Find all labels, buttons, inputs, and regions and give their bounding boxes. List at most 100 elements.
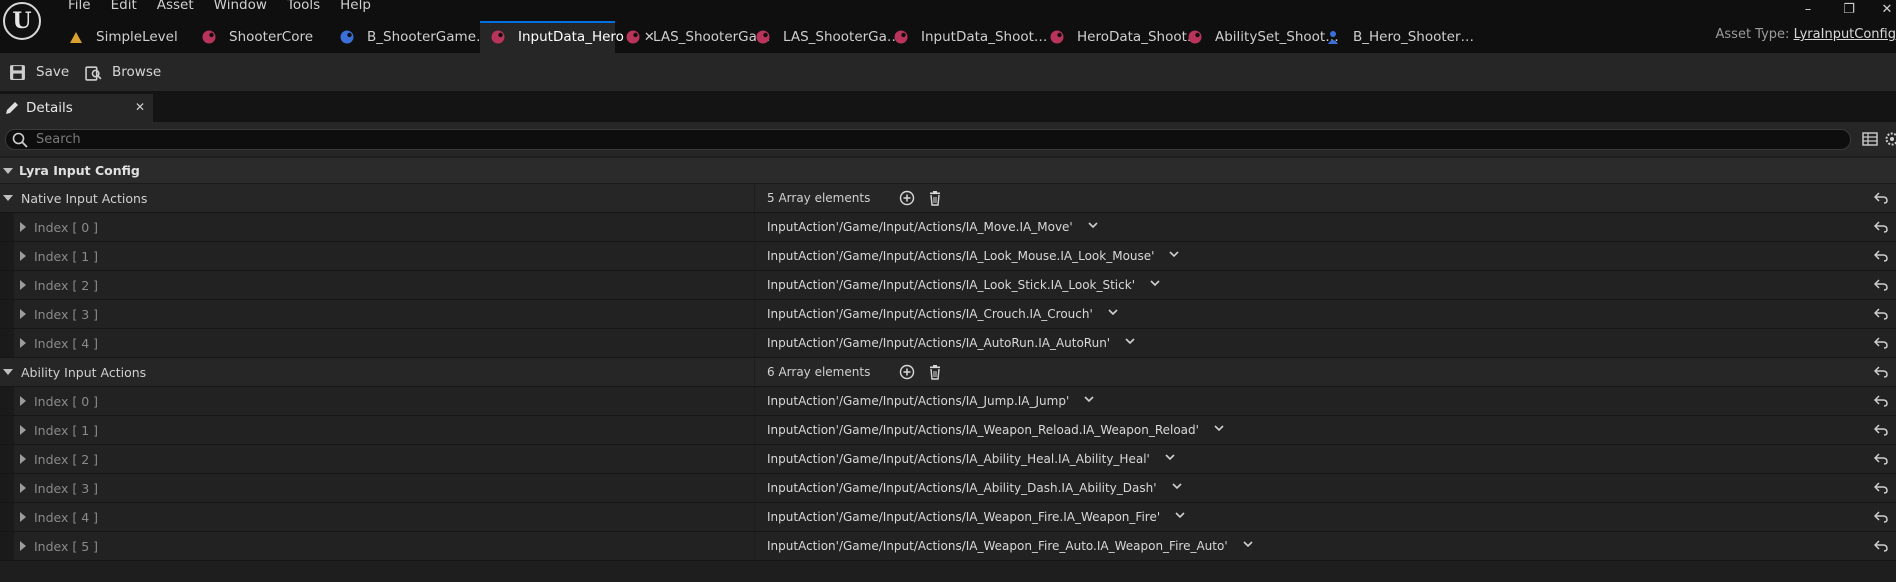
- tab-4[interactable]: InputData_Hero ✕: [480, 21, 655, 53]
- element-index-label: Index [ 0 ]: [34, 219, 99, 235]
- tab-5[interactable]: LAS_ShooterGa…: [615, 21, 770, 53]
- chevron-down-icon[interactable]: [1157, 480, 1183, 496]
- category-header-lyra-input-config[interactable]: Lyra Input Config: [0, 158, 1896, 184]
- menu-help[interactable]: Help: [330, 0, 381, 14]
- element-name-cell[interactable]: Index [ 3 ]: [0, 300, 754, 328]
- reset-to-default-icon[interactable]: [1865, 242, 1896, 270]
- tab-label: InputData_Shoot…: [921, 29, 1048, 45]
- reset-to-default-icon[interactable]: [1865, 503, 1896, 531]
- tab-6[interactable]: LAS_ShooterGa…: [745, 21, 900, 53]
- chevron-down-icon[interactable]: [1150, 451, 1176, 467]
- asset-reference-picker[interactable]: InputAction'/Game/Input/Actions/IA_Jump.…: [755, 387, 1865, 415]
- reset-to-default-icon[interactable]: [1865, 358, 1896, 386]
- chevron-down-icon[interactable]: [1135, 277, 1161, 293]
- minimize-icon[interactable]: –: [1799, 2, 1817, 18]
- reset-to-default-icon[interactable]: [1865, 184, 1896, 212]
- asset-type-link[interactable]: LyraInputConfig: [1794, 27, 1896, 42]
- element-index-label: Index [ 2 ]: [34, 277, 99, 293]
- property-name-cell[interactable]: Native Input Actions: [0, 184, 754, 212]
- expand-caret-icon[interactable]: [20, 396, 26, 406]
- expand-caret-icon[interactable]: [20, 309, 26, 319]
- element-name-cell[interactable]: Index [ 2 ]: [0, 445, 754, 473]
- element-name-cell[interactable]: Index [ 4 ]: [0, 503, 754, 531]
- expand-caret-icon[interactable]: [20, 338, 26, 348]
- chevron-down-icon[interactable]: [1110, 335, 1136, 351]
- trash-icon[interactable]: [927, 364, 943, 380]
- collapse-caret-icon[interactable]: [3, 167, 13, 174]
- tab-8[interactable]: HeroData_Shoot…: [1039, 21, 1200, 53]
- menu-edit[interactable]: Edit: [101, 0, 147, 14]
- element-name-cell[interactable]: Index [ 1 ]: [0, 242, 754, 270]
- settings-icon[interactable]: [1884, 131, 1896, 147]
- asset-reference-picker[interactable]: InputAction'/Game/Input/Actions/IA_Weapo…: [755, 532, 1865, 560]
- add-element-icon[interactable]: [899, 364, 915, 380]
- browse-button[interactable]: Browse: [85, 62, 161, 82]
- tab-3[interactable]: B_ShooterGame…: [329, 21, 490, 53]
- element-name-cell[interactable]: Index [ 1 ]: [0, 416, 754, 444]
- tab-label: B_ShooterGame…: [367, 29, 490, 45]
- expand-caret-icon[interactable]: [20, 425, 26, 435]
- tab-1[interactable]: SimpleLevel: [58, 21, 191, 53]
- reset-to-default-icon[interactable]: [1865, 213, 1896, 241]
- expand-caret-icon[interactable]: [20, 541, 26, 551]
- expand-caret-icon[interactable]: [20, 512, 26, 522]
- table-view-icon[interactable]: [1862, 131, 1878, 147]
- expand-caret-icon[interactable]: [20, 280, 26, 290]
- expand-caret-icon[interactable]: [20, 454, 26, 464]
- tab-10[interactable]: B_Hero_Shooter…: [1315, 21, 1474, 53]
- reset-to-default-icon[interactable]: [1865, 271, 1896, 299]
- add-element-icon[interactable]: [899, 190, 915, 206]
- element-index-label: Index [ 0 ]: [34, 393, 99, 409]
- chevron-down-icon[interactable]: [1154, 248, 1180, 264]
- property-name-cell[interactable]: Ability Input Actions: [0, 358, 754, 386]
- expand-caret-icon[interactable]: [20, 483, 26, 493]
- asset-reference-picker[interactable]: InputAction'/Game/Input/Actions/IA_Abili…: [755, 474, 1865, 502]
- reset-to-default-icon[interactable]: [1865, 416, 1896, 444]
- element-name-cell[interactable]: Index [ 0 ]: [0, 213, 754, 241]
- asset-reference-picker[interactable]: InputAction'/Game/Input/Actions/IA_Weapo…: [755, 503, 1865, 531]
- search-input[interactable]: [36, 132, 1850, 147]
- tab-9[interactable]: AbilitySet_Shoot…: [1177, 21, 1339, 53]
- asset-reference-picker[interactable]: InputAction'/Game/Input/Actions/IA_Crouc…: [755, 300, 1865, 328]
- chevron-down-icon[interactable]: [1069, 393, 1095, 409]
- expand-caret-icon[interactable]: [3, 369, 13, 375]
- tab-2[interactable]: ShooterCore: [191, 21, 329, 53]
- menu-file[interactable]: File: [58, 0, 101, 14]
- asset-reference-picker[interactable]: InputAction'/Game/Input/Actions/IA_Weapo…: [755, 416, 1865, 444]
- reset-to-default-icon[interactable]: [1865, 387, 1896, 415]
- save-button[interactable]: Save: [9, 62, 69, 82]
- tab-7[interactable]: InputData_Shoot…: [883, 21, 1047, 53]
- element-name-cell[interactable]: Index [ 5 ]: [0, 532, 754, 560]
- chevron-down-icon[interactable]: [1199, 422, 1225, 438]
- chevron-down-icon[interactable]: [1228, 538, 1254, 554]
- asset-reference-picker[interactable]: InputAction'/Game/Input/Actions/IA_Move.…: [755, 213, 1865, 241]
- element-name-cell[interactable]: Index [ 2 ]: [0, 271, 754, 299]
- close-tab-icon[interactable]: ✕: [135, 100, 145, 114]
- asset-reference-picker[interactable]: InputAction'/Game/Input/Actions/IA_Look_…: [755, 242, 1865, 270]
- menu-window[interactable]: Window: [204, 0, 277, 14]
- chevron-down-icon[interactable]: [1160, 509, 1186, 525]
- expand-caret-icon[interactable]: [20, 251, 26, 261]
- menu-tools[interactable]: Tools: [277, 0, 330, 14]
- restore-icon[interactable]: ❐: [1840, 2, 1858, 18]
- unreal-logo-icon[interactable]: U: [3, 2, 41, 40]
- expand-caret-icon[interactable]: [20, 222, 26, 232]
- reset-to-default-icon[interactable]: [1865, 300, 1896, 328]
- reset-to-default-icon[interactable]: [1865, 532, 1896, 560]
- element-name-cell[interactable]: Index [ 4 ]: [0, 329, 754, 357]
- trash-icon[interactable]: [927, 190, 943, 206]
- reset-to-default-icon[interactable]: [1865, 474, 1896, 502]
- details-panel-tab[interactable]: Details ✕: [0, 94, 153, 122]
- chevron-down-icon[interactable]: [1073, 219, 1099, 235]
- menu-asset[interactable]: Asset: [147, 0, 204, 14]
- reset-to-default-icon[interactable]: [1865, 445, 1896, 473]
- asset-reference-picker[interactable]: InputAction'/Game/Input/Actions/IA_Look_…: [755, 271, 1865, 299]
- chevron-down-icon[interactable]: [1093, 306, 1119, 322]
- reset-to-default-icon[interactable]: [1865, 329, 1896, 357]
- element-name-cell[interactable]: Index [ 3 ]: [0, 474, 754, 502]
- element-name-cell[interactable]: Index [ 0 ]: [0, 387, 754, 415]
- close-window-icon[interactable]: ✕: [1878, 2, 1896, 18]
- asset-reference-picker[interactable]: InputAction'/Game/Input/Actions/IA_Abili…: [755, 445, 1865, 473]
- asset-reference-picker[interactable]: InputAction'/Game/Input/Actions/IA_AutoR…: [755, 329, 1865, 357]
- expand-caret-icon[interactable]: [3, 195, 13, 201]
